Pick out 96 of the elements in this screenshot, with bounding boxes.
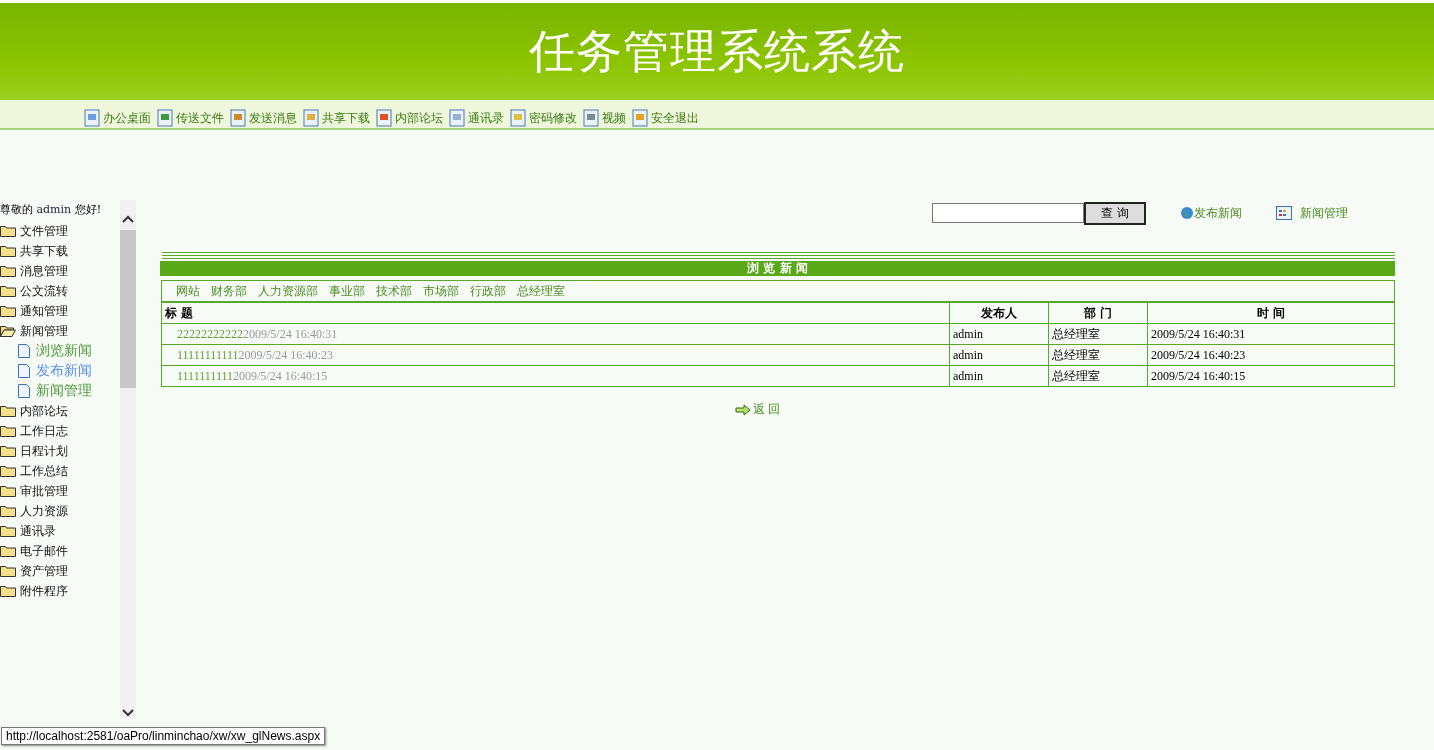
toolbar-link[interactable]: 传送文件 bbox=[156, 109, 224, 127]
sidebar-item[interactable]: 内部论坛 bbox=[0, 401, 120, 421]
folder-icon bbox=[0, 585, 16, 597]
column-header: 标 题 bbox=[161, 302, 950, 324]
news-title-link[interactable]: 222222222222009/5/24 16:40:31 bbox=[177, 326, 338, 341]
column-header: 时 间 bbox=[1147, 302, 1395, 324]
news-title-link[interactable]: 111111111112009/5/24 16:40:23 bbox=[177, 347, 333, 362]
table-cell: 2009/5/24 16:40:23 bbox=[1147, 344, 1395, 366]
greeting-text: 尊敬的 admin 您好! bbox=[0, 202, 103, 218]
calendar-icon bbox=[1276, 206, 1292, 220]
document-icon bbox=[229, 109, 247, 127]
folder-icon bbox=[0, 285, 16, 297]
sidebar-item[interactable]: 工作总结 bbox=[0, 461, 120, 481]
chevron-up-icon bbox=[122, 214, 134, 224]
sidebar-subitem[interactable]: 浏览新闻 bbox=[0, 341, 120, 361]
folder-icon bbox=[0, 305, 16, 317]
folder-icon bbox=[0, 465, 16, 477]
sidebar-item[interactable]: 工作日志 bbox=[0, 421, 120, 441]
folder-icon bbox=[0, 445, 16, 457]
back-link[interactable]: 返 回 bbox=[734, 401, 781, 418]
department-link[interactable]: 事业部 bbox=[329, 282, 365, 300]
toolbar-link[interactable]: 安全退出 bbox=[631, 109, 699, 127]
department-link[interactable]: 财务部 bbox=[211, 282, 247, 300]
page-icon bbox=[18, 364, 30, 378]
sidebar-item[interactable]: 共享下载 bbox=[0, 241, 120, 261]
department-link[interactable]: 市场部 bbox=[423, 282, 459, 300]
sidebar-item[interactable]: 消息管理 bbox=[0, 261, 120, 281]
column-header: 发布人 bbox=[949, 302, 1049, 324]
document-icon bbox=[302, 109, 320, 127]
department-link[interactable]: 网站 bbox=[176, 282, 200, 300]
chevron-down-icon bbox=[122, 708, 134, 718]
folder-icon bbox=[0, 525, 16, 537]
toolbar-link[interactable]: 视频 bbox=[582, 109, 626, 127]
folder-icon bbox=[0, 425, 16, 437]
document-icon bbox=[448, 109, 466, 127]
document-icon bbox=[156, 109, 174, 127]
table-cell: admin bbox=[949, 365, 1049, 387]
table-cell: admin bbox=[949, 323, 1049, 345]
site-title: 任务管理系统系统 bbox=[529, 22, 905, 80]
folder-icon bbox=[0, 565, 16, 577]
sidebar-subitem[interactable]: 发布新闻 bbox=[0, 361, 120, 381]
toolbar-link[interactable]: 办公桌面 bbox=[83, 109, 151, 127]
sidebar-item[interactable]: 公文流转 bbox=[0, 281, 120, 301]
sidebar-item[interactable]: 附件程序 bbox=[0, 581, 120, 601]
document-icon bbox=[509, 109, 527, 127]
sidebar-item[interactable]: 电子邮件 bbox=[0, 541, 120, 561]
scrollbar[interactable] bbox=[120, 200, 136, 718]
status-tooltip: http://localhost:2581/oaPro/linminchao/xw/xw_glNews.aspx bbox=[1, 727, 326, 745]
sidebar-item[interactable]: 通讯录 bbox=[0, 521, 120, 541]
toolbar-link[interactable]: 共享下载 bbox=[302, 109, 370, 127]
toolbar-link[interactable]: 内部论坛 bbox=[375, 109, 443, 127]
globe-icon bbox=[1180, 206, 1194, 220]
sidebar-item[interactable]: 日程计划 bbox=[0, 441, 120, 461]
table-cell: admin bbox=[949, 344, 1049, 366]
toolbar-link[interactable]: 发布新闻 bbox=[1180, 204, 1242, 222]
department-link[interactable]: 总经理室 bbox=[517, 282, 565, 300]
panel-header: 浏 览 新 闻 bbox=[160, 261, 1395, 276]
table-cell: 2009/5/24 16:40:15 bbox=[1147, 365, 1395, 387]
sidebar-item[interactable]: 新闻管理 bbox=[0, 321, 120, 341]
department-link[interactable]: 人力资源部 bbox=[258, 282, 318, 300]
search-button[interactable]: 查 询 bbox=[1084, 201, 1146, 225]
page-icon bbox=[18, 344, 30, 358]
page-icon bbox=[18, 384, 30, 398]
document-icon bbox=[631, 109, 649, 127]
folder-icon bbox=[0, 265, 16, 277]
department-link[interactable]: 技术部 bbox=[376, 282, 412, 300]
table-cell: 总经理室 bbox=[1048, 344, 1148, 366]
folder-icon bbox=[0, 485, 16, 497]
toolbar-link[interactable]: 新闻管理 bbox=[1276, 204, 1348, 222]
folder-icon bbox=[0, 545, 16, 557]
document-icon bbox=[375, 109, 393, 127]
sidebar-item[interactable]: 审批管理 bbox=[0, 481, 120, 501]
folder-icon bbox=[0, 505, 16, 517]
document-icon bbox=[83, 109, 101, 127]
folder-icon bbox=[0, 245, 16, 257]
sidebar-item[interactable]: 资产管理 bbox=[0, 561, 120, 581]
table-cell: 总经理室 bbox=[1048, 323, 1148, 345]
toolbar-link[interactable]: 发送消息 bbox=[229, 109, 297, 127]
arrow-icon bbox=[734, 403, 751, 416]
document-icon bbox=[582, 109, 600, 127]
folder-icon bbox=[0, 405, 16, 417]
folder-icon bbox=[0, 225, 16, 237]
sidebar-subitem[interactable]: 新闻管理 bbox=[0, 381, 120, 401]
scrollbar-thumb[interactable] bbox=[120, 230, 136, 388]
toolbar-link[interactable]: 通讯录 bbox=[448, 109, 504, 127]
folder-icon bbox=[0, 325, 16, 337]
news-title-link[interactable]: 11111111112009/5/24 16:40:15 bbox=[177, 368, 328, 383]
sidebar-item[interactable]: 人力资源 bbox=[0, 501, 120, 521]
search-field[interactable] bbox=[932, 203, 1084, 223]
sidebar-item[interactable]: 通知管理 bbox=[0, 301, 120, 321]
table-cell: 2009/5/24 16:40:31 bbox=[1147, 323, 1395, 345]
department-link[interactable]: 行政部 bbox=[470, 282, 506, 300]
toolbar-link[interactable]: 密码修改 bbox=[509, 109, 577, 127]
table-cell: 总经理室 bbox=[1048, 365, 1148, 387]
column-header: 部 门 bbox=[1048, 302, 1148, 324]
sidebar-item[interactable]: 文件管理 bbox=[0, 221, 120, 241]
